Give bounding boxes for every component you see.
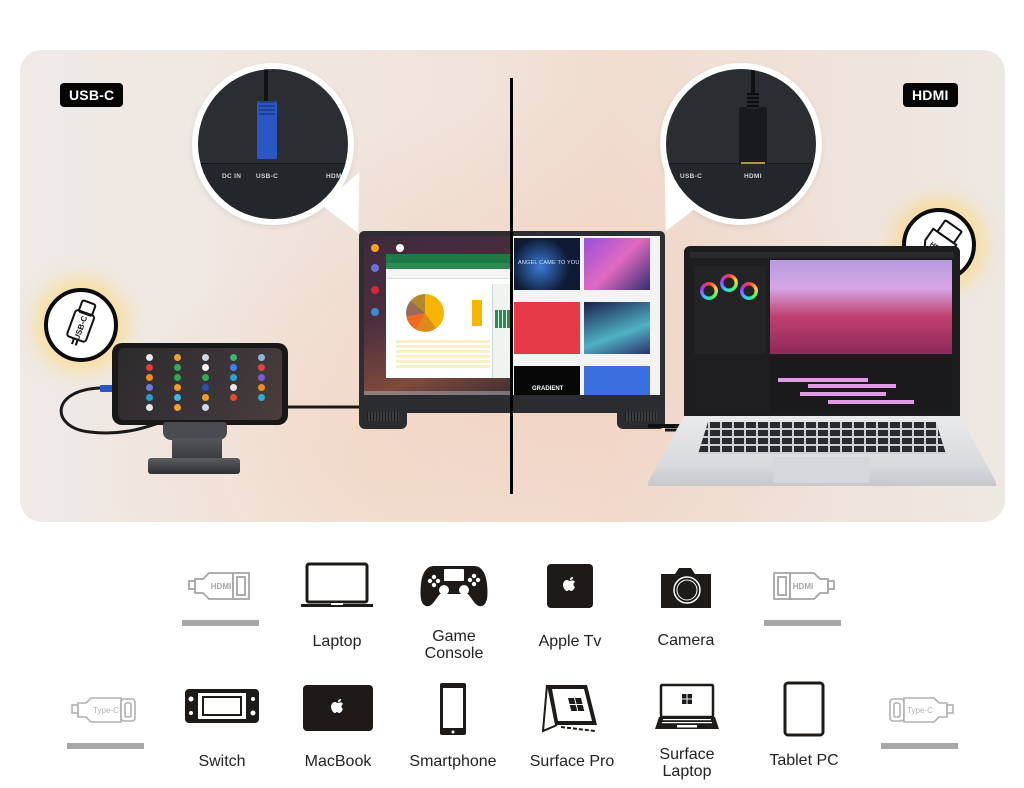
- laptop-trackpad: [773, 457, 869, 483]
- phone-app-icon: [174, 384, 181, 391]
- device-label: MacBook: [304, 753, 372, 770]
- device-apple-tv: Apple Tv: [539, 562, 601, 662]
- phone-app-icon: [174, 364, 181, 371]
- device-laptop: Laptop: [299, 560, 375, 660]
- typec-group-bar-right: [881, 743, 958, 749]
- macbook-icon: [303, 685, 373, 731]
- device-label-line2: Laptop: [662, 763, 712, 780]
- device-game-console: Game Console: [420, 560, 488, 662]
- svg-text:HDMI: HDMI: [211, 582, 231, 591]
- device-label-line1: Surface: [659, 746, 715, 763]
- camera-icon: [661, 568, 711, 608]
- device-smartphone: Smartphone: [409, 681, 497, 781]
- device-tablet: Tablet PC: [769, 681, 839, 781]
- typec-plug-icon: Type-C: [71, 697, 136, 723]
- typec-plug-icon: Type-C: [889, 697, 954, 723]
- phone-app-icon: [146, 354, 153, 361]
- phone-app-icon: [202, 404, 209, 411]
- phone-app-icon: [174, 404, 181, 411]
- device-label: Laptop: [312, 633, 362, 650]
- phone-app-icon: [146, 364, 153, 371]
- device-label-line1: Game: [432, 628, 476, 645]
- phone-app-icon: [258, 354, 265, 361]
- phone-app-icon: [230, 364, 237, 371]
- device-label: Apple Tv: [538, 633, 602, 650]
- phone-app-icon: [258, 374, 265, 381]
- phone-app-icon: [230, 374, 237, 381]
- apple-tv-icon: [547, 564, 593, 608]
- laptop: [684, 246, 960, 418]
- typec-connector-right: Type-C: [884, 690, 956, 730]
- smartphone-on-stand: [112, 343, 288, 425]
- phone-app-icon: [174, 374, 181, 381]
- surface-laptop-icon: [655, 683, 719, 729]
- smartphone-icon: [440, 683, 466, 735]
- hdmi-group-bar-left: [182, 620, 259, 626]
- svg-text:Type-C: Type-C: [93, 706, 119, 715]
- surface-pro-icon: [541, 684, 597, 733]
- split-divider: [510, 78, 513, 494]
- hdmi-plug-icon: HDMI: [773, 572, 835, 600]
- typec-group-bar-left: [67, 743, 144, 749]
- phone-app-icon: [146, 394, 153, 401]
- phone-app-icon: [258, 384, 265, 391]
- device-label: Camera: [657, 632, 715, 649]
- hdmi-plug-icon: HDMI: [188, 572, 250, 600]
- device-camera: Camera: [658, 562, 714, 662]
- laptop-icon: [301, 562, 373, 607]
- phone-app-icon: [230, 384, 237, 391]
- phone-app-icon: [202, 394, 209, 401]
- phone-app-icon: [146, 384, 153, 391]
- svg-text:Type-C: Type-C: [907, 706, 933, 715]
- device-switch: Switch: [183, 683, 261, 783]
- phone-app-icon: [202, 374, 209, 381]
- phone-app-icon: [202, 364, 209, 371]
- device-surface-pro: Surface Pro: [530, 681, 614, 781]
- device-surface-laptop: Surface Laptop: [655, 683, 719, 783]
- phone-app-icon: [230, 354, 237, 361]
- laptop-screen: [690, 252, 954, 412]
- phone-app-icon: [258, 394, 265, 401]
- device-label: Surface Pro: [529, 753, 615, 770]
- phone-app-icon: [202, 354, 209, 361]
- svg-text:HDMI: HDMI: [793, 582, 813, 591]
- phone-app-icon: [258, 364, 265, 371]
- device-macbook: MacBook: [302, 683, 374, 783]
- phone-app-icon: [230, 394, 237, 401]
- typec-connector-left: Type-C: [70, 690, 142, 730]
- game-controller-icon: [420, 566, 488, 607]
- device-label: Smartphone: [409, 753, 497, 770]
- phone-app-icon: [146, 404, 153, 411]
- phone-app-icon: [174, 354, 181, 361]
- device-label: Tablet PC: [769, 752, 839, 769]
- device-label-line2: Console: [424, 645, 484, 662]
- phone-app-icon: [174, 394, 181, 401]
- laptop-keyboard: [698, 422, 946, 454]
- phone-app-icon: [202, 384, 209, 391]
- phone-app-icon: [146, 374, 153, 381]
- hero-banner: USB-C HDMI DC IN USB-C HDMI USB-C HDMI U…: [20, 50, 1005, 522]
- hdmi-group-bar-right: [764, 620, 841, 626]
- switch-console-icon: [185, 689, 259, 723]
- device-label: Switch: [198, 753, 246, 770]
- tablet-icon: [783, 681, 825, 737]
